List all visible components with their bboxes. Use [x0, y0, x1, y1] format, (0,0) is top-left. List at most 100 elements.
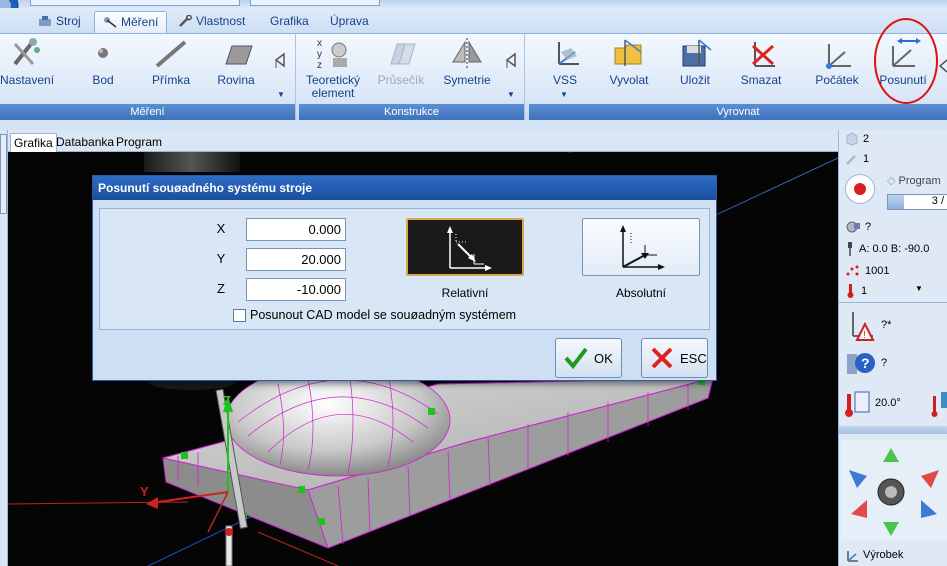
temperature-row: 20.0°: [845, 388, 947, 418]
ulozit-button[interactable]: Uložit: [675, 36, 715, 87]
left-panel-toggle[interactable]: [0, 134, 7, 214]
tab-grafika-view[interactable]: Grafika: [10, 133, 57, 152]
angles-row: A: 0.0 B: -90.0: [845, 242, 947, 256]
quick-access-toolbar[interactable]: [30, 0, 240, 6]
counter-row-1: 1: [845, 152, 947, 166]
button-label: Teoretický: [305, 73, 361, 87]
help-question-icon: ?: [847, 353, 875, 374]
vyrobek-label: Výrobek: [863, 548, 904, 561]
group-konstrukce: xyz Teoretický element Průsečík Symetrie …: [299, 34, 525, 120]
ribbon-tab-row: Stroj Měření Vlastnost Grafika Úprava: [0, 8, 947, 34]
dialog-title: Posunutí souøadného systému stroje: [93, 176, 716, 200]
ribbon: Nastavení Bod Přímka Rovina ▼ Měření xyz…: [0, 34, 947, 120]
progress-fill: [888, 195, 904, 209]
svg-text:!: !: [863, 330, 866, 341]
tab-stroj[interactable]: Stroj: [30, 11, 89, 33]
ok-button[interactable]: OK: [555, 338, 622, 378]
svg-text:z: z: [317, 60, 322, 70]
coordinate-system-icon: [558, 42, 579, 65]
probe-row: ?: [845, 220, 947, 234]
z-label: Z: [217, 281, 225, 296]
tab-databanka[interactable]: Databanka: [53, 133, 117, 152]
smazat-button[interactable]: Smazat: [739, 36, 783, 87]
point-icon: [98, 48, 108, 58]
tab-label: Stroj: [56, 14, 81, 28]
tab-vlastnost[interactable]: Vlastnost: [170, 11, 253, 33]
x-input[interactable]: 0.000: [246, 218, 346, 241]
machine-icon: [39, 16, 51, 26]
temperature-selector[interactable]: 1 ▼: [845, 284, 947, 298]
group-label: Vyrovnat: [529, 104, 947, 120]
relative-shift-icon: [447, 226, 492, 271]
vyvolat-button[interactable]: Vyvolat: [607, 36, 651, 87]
button-label: Vyvolat: [609, 73, 649, 87]
settings-tools-icon: [13, 38, 40, 66]
group-label: Konstrukce: [299, 104, 524, 120]
more-tools-arrow-icon[interactable]: [937, 52, 947, 82]
button-label: Přímka: [151, 73, 190, 87]
open-folder-icon: [614, 39, 642, 66]
primka-button[interactable]: Přímka: [148, 36, 194, 87]
esc-button[interactable]: ESC: [641, 338, 708, 378]
left-panel-strip: [0, 130, 8, 566]
tab-uprava[interactable]: Úprava: [322, 11, 377, 33]
help-value: ?: [881, 356, 888, 369]
plane-icon: [225, 45, 253, 65]
y-input[interactable]: 20.000: [246, 248, 346, 271]
expand-arrow-icon[interactable]: ▼: [277, 90, 285, 99]
counter-row-2: 2: [845, 132, 947, 146]
program-label: ◇ Program: [887, 175, 941, 187]
rovina-button[interactable]: Rovina: [212, 36, 260, 87]
undo-arrow-icon[interactable]: [270, 50, 288, 70]
button-label: VSS: [552, 73, 577, 87]
svg-text:y: y: [317, 49, 322, 60]
probe-head-icon: [846, 221, 860, 233]
jog-control[interactable]: [841, 440, 947, 540]
move-cad-checkbox[interactable]: [233, 309, 246, 322]
vss-button[interactable]: VSS: [545, 36, 585, 87]
stylus-row: 1001: [845, 264, 947, 278]
record-button[interactable]: [845, 174, 875, 204]
vyrobek-row[interactable]: Výrobek: [845, 548, 947, 566]
nastaveni-button[interactable]: Nastavení: [0, 36, 54, 87]
highlight-circle: [874, 18, 938, 104]
chevron-down-icon: ▼: [915, 284, 923, 293]
teoreticky-element-button[interactable]: xyz Teoretický element: [301, 36, 365, 100]
save-disk-icon: [682, 39, 712, 67]
button-label: Rovina: [217, 73, 255, 87]
esc-label: ESC: [680, 351, 707, 366]
tab-mereni[interactable]: Měření: [94, 11, 168, 33]
absolute-mode-button[interactable]: [582, 218, 700, 276]
symmetry-icon: [452, 38, 482, 68]
move-cad-checkbox-label[interactable]: Posunout CAD model se souøadným systémem: [250, 308, 516, 322]
undo-arrow-icon[interactable]: [501, 50, 519, 70]
warning-triangle-icon: !: [852, 312, 875, 341]
button-label: Uložit: [679, 73, 710, 87]
machine-spindle: [144, 152, 240, 172]
thermometer-small-icon: [847, 284, 854, 298]
shift-coordinate-dialog: Posunutí souøadného systému stroje X Y Z…: [92, 175, 717, 381]
z-input[interactable]: -10.000: [246, 278, 346, 301]
angles-value: A: 0.0 B: -90.0: [859, 242, 930, 255]
line-icon: [155, 40, 187, 68]
button-label-line2: element: [311, 86, 355, 100]
count-value: 1: [863, 152, 870, 165]
panel-splitter[interactable]: [839, 426, 947, 434]
expand-arrow-icon[interactable]: ▼: [507, 90, 515, 99]
product-icon: [847, 551, 858, 562]
document-tabs: Grafika Databanka Program: [8, 130, 838, 152]
bod-button[interactable]: Bod: [80, 36, 126, 87]
intersection-icon: [390, 43, 416, 65]
relative-mode-button[interactable]: [406, 218, 524, 276]
symetrie-button[interactable]: Symetrie: [439, 36, 495, 87]
axis-y-label: Y: [140, 484, 149, 499]
vss-dropdown-arrow-icon[interactable]: ▼: [560, 90, 568, 99]
program-progress: 3 /: [887, 194, 947, 210]
title-bar-segment: [250, 0, 380, 6]
tab-grafika[interactable]: Grafika: [262, 11, 317, 33]
tab-program[interactable]: Program: [113, 133, 165, 152]
x-label: X: [216, 221, 226, 236]
pocatek-button[interactable]: Počátek: [815, 36, 859, 87]
absolute-shift-icon: [620, 225, 665, 270]
button-label: Počátek: [815, 73, 859, 87]
